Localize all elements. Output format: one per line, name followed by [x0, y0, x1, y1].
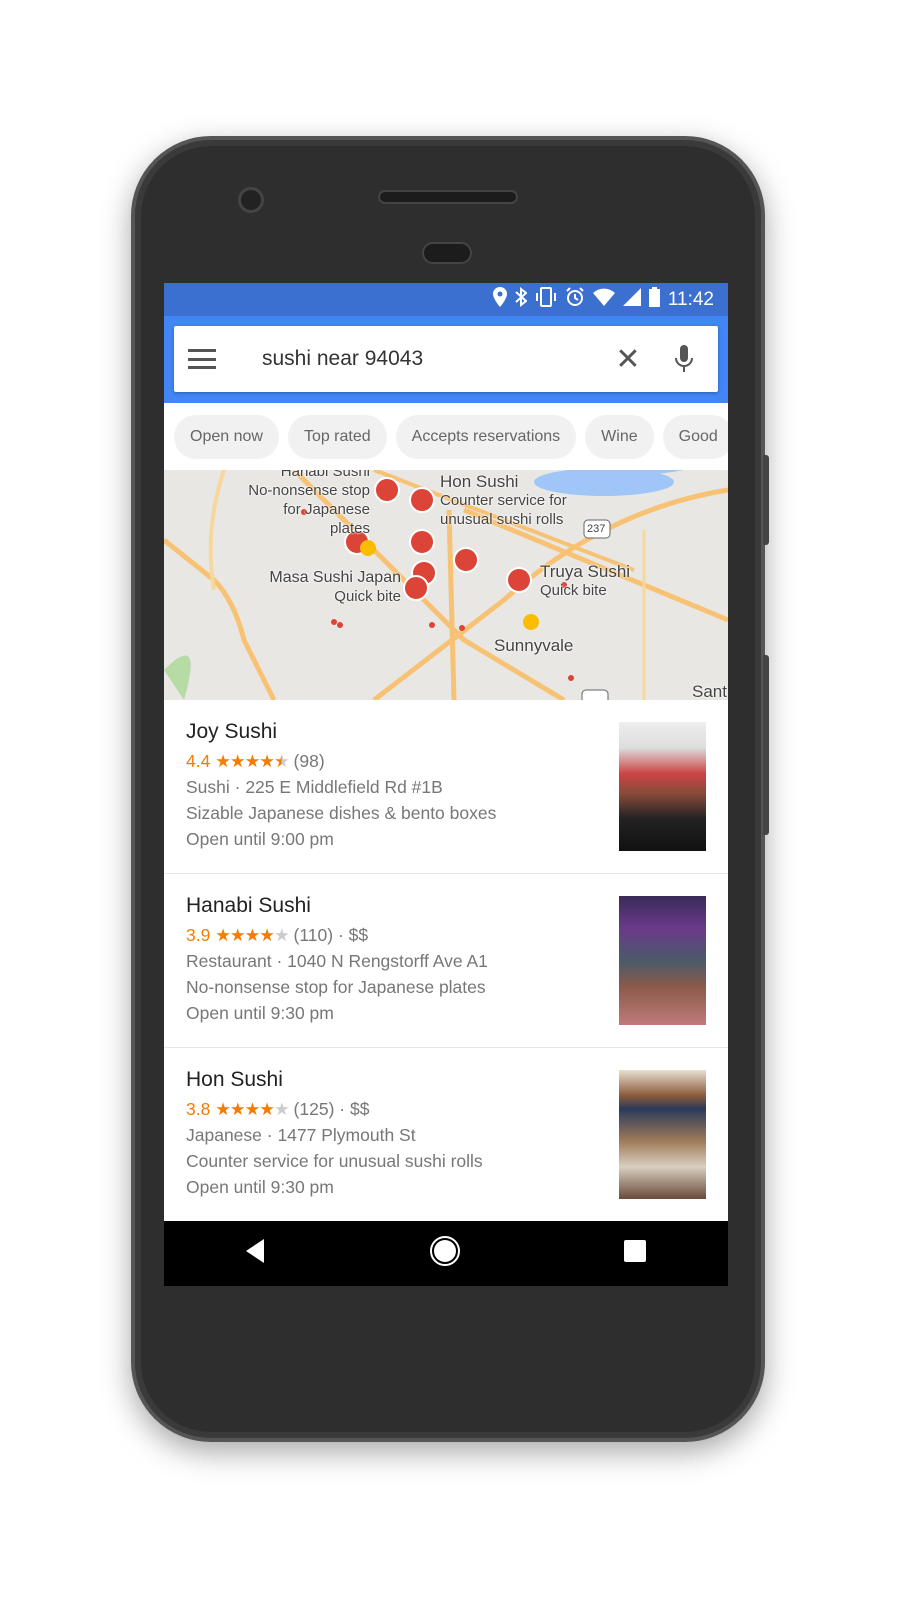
power-button [763, 455, 769, 545]
wifi-icon [592, 288, 615, 312]
filter-chips: Open now Top rated Accepts reservations … [164, 403, 728, 470]
alarm-icon [565, 286, 585, 313]
recents-icon[interactable] [624, 1240, 647, 1267]
rating-value: 3.9 [186, 925, 211, 945]
highway-shield: 237 [587, 523, 606, 535]
clear-icon[interactable]: ✕ [608, 342, 648, 377]
review-count: (125) [293, 1099, 335, 1119]
rating-value: 3.8 [186, 1099, 211, 1119]
proximity-sensor [422, 242, 472, 264]
bluetooth-icon [515, 286, 528, 313]
review-count: (98) [293, 751, 325, 771]
result-item[interactable]: Hon Sushi 3.8 ★★★★★ (125) · $$ Japanese … [164, 1048, 728, 1222]
screen: 11:42 sushi near 94043 ✕ Open now Top ra… [164, 283, 728, 1286]
result-photo[interactable] [619, 896, 706, 1025]
search-header: sushi near 94043 ✕ [164, 316, 728, 403]
map-city-label: Sunnyvale [494, 636, 574, 655]
chip-wine[interactable]: Wine [585, 414, 654, 459]
home-icon[interactable] [429, 1235, 461, 1272]
price-level: · $$ [333, 925, 369, 945]
result-item[interactable]: Joy Sushi 4.4 ★★★★★ (98) Sushi · 225 E M… [164, 700, 728, 874]
back-icon[interactable] [245, 1239, 266, 1268]
result-item[interactable]: Hanabi Sushi 3.9 ★★★★★ (110) · $$ Restau… [164, 874, 728, 1048]
clock: 11:42 [667, 288, 714, 310]
star-rating: ★★★★★ [215, 1099, 289, 1119]
menu-icon[interactable] [188, 349, 216, 369]
front-camera [238, 187, 264, 213]
star-rating: ★★★★★ [215, 751, 289, 771]
volume-button [763, 655, 769, 835]
map-label-truya[interactable]: Truya Sushi Quick bite [540, 562, 630, 600]
result-photo[interactable] [619, 1070, 706, 1199]
result-photo[interactable] [619, 722, 706, 851]
status-bar: 11:42 [164, 283, 728, 316]
microphone-icon[interactable] [664, 345, 704, 373]
navigation-bar [164, 1221, 728, 1286]
map-label-masa[interactable]: Masa Sushi Japan Quick bite [256, 568, 401, 606]
price-level: · $$ [334, 1099, 370, 1119]
battery-icon [648, 286, 660, 313]
map[interactable]: Hanabi Sushi No-nonsense stop for Japanes… [164, 470, 728, 700]
vibrate-icon [535, 286, 557, 313]
chip-open-now[interactable]: Open now [174, 414, 279, 459]
map-label-hon[interactable]: Hon Sushi Counter service for unusual sus… [440, 472, 580, 529]
earpiece-speaker [378, 190, 518, 204]
search-input[interactable]: sushi near 94043 [262, 347, 608, 371]
map-label-hanabi[interactable]: Hanabi Sushi No-nonsense stop for Japanes… [248, 470, 370, 538]
chip-top-rated[interactable]: Top rated [287, 414, 387, 459]
location-icon [492, 286, 507, 313]
results-list: Joy Sushi 4.4 ★★★★★ (98) Sushi · 225 E M… [164, 700, 728, 1222]
signal-icon [622, 287, 641, 312]
rating-value: 4.4 [186, 751, 211, 771]
chip-accepts-reservations[interactable]: Accepts reservations [395, 414, 577, 459]
chip-good[interactable]: Good [662, 414, 728, 459]
star-rating: ★★★★★ [215, 925, 289, 945]
map-city-label-2: Sant [692, 682, 727, 700]
search-bar[interactable]: sushi near 94043 ✕ [174, 326, 718, 392]
review-count: (110) [293, 925, 334, 945]
